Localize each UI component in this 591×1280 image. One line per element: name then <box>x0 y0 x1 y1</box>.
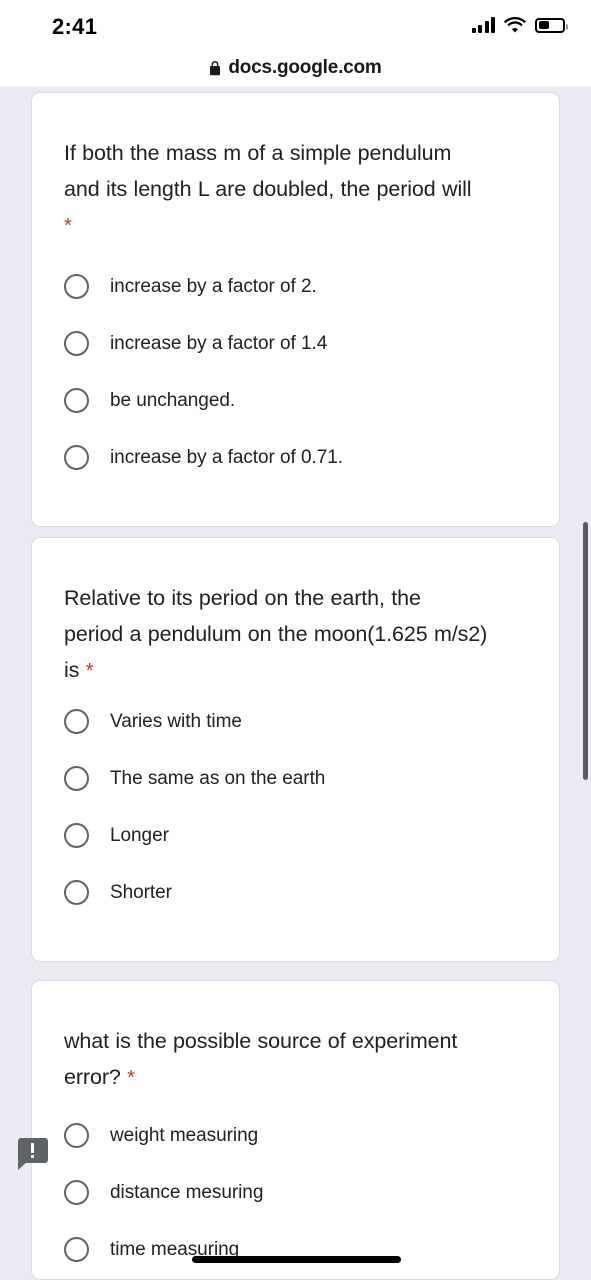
question-1-line-2: and its length L are doubled, the period… <box>64 177 472 201</box>
option-label: Shorter <box>110 881 172 903</box>
radio-button-icon[interactable] <box>64 388 89 413</box>
url-bar[interactable]: docs.google.com <box>0 50 591 86</box>
option-label: Longer <box>110 824 169 846</box>
status-bar-clock: 2:41 <box>52 14 98 39</box>
cellular-signal-icon <box>471 17 495 33</box>
question-3-line-2: error? <box>64 1065 121 1089</box>
option-row[interactable]: time measuring <box>64 1221 539 1278</box>
option-row[interactable]: be unchanged. <box>64 372 539 429</box>
wifi-icon <box>504 17 526 33</box>
form-page: If both the mass m of a simple pendulum … <box>0 86 591 1280</box>
question-3-title: what is the possible source of experimen… <box>64 1023 531 1096</box>
question-2-line-3: is <box>64 658 80 682</box>
radio-button-icon[interactable] <box>64 274 89 299</box>
question-1-title: If both the mass m of a simple pendulum … <box>64 135 531 244</box>
comment-alert-icon[interactable] <box>18 1138 48 1170</box>
url-text: docs.google.com <box>228 57 382 78</box>
question-3-line-1: what is the possible source of experimen… <box>64 1029 458 1053</box>
exclamation-mark-glyph <box>31 1143 34 1158</box>
question-1-line-1: If both the mass m of a simple pendulum <box>64 141 452 165</box>
option-label: increase by a factor of 0.71. <box>110 446 344 468</box>
question-2-required-star: * <box>85 660 94 682</box>
question-2-title: Relative to its period on the earth, the… <box>64 580 531 689</box>
question-3-required-star: * <box>127 1067 135 1089</box>
radio-button-icon[interactable] <box>64 1237 89 1262</box>
radio-button-icon[interactable] <box>64 445 89 470</box>
option-row[interactable]: increase by a factor of 1.4 <box>64 315 539 372</box>
option-row[interactable]: weight measuring <box>64 1107 539 1164</box>
radio-button-icon[interactable] <box>64 880 89 905</box>
question-3-options: weight measuring distance mesuring time … <box>64 1107 539 1278</box>
question-1-options: increase by a factor of 2. increase by a… <box>64 258 539 486</box>
question-card-3: what is the possible source of experimen… <box>31 980 560 1280</box>
option-row[interactable]: increase by a factor of 2. <box>64 258 539 315</box>
option-label: weight measuring <box>110 1124 259 1146</box>
option-label: Varies with time <box>110 710 242 732</box>
question-card-2: Relative to its period on the earth, the… <box>31 537 560 962</box>
option-label: The same as on the earth <box>110 767 326 789</box>
option-label: increase by a factor of 1.4 <box>110 332 328 354</box>
scrollbar-track[interactable] <box>579 86 591 1280</box>
radio-button-icon[interactable] <box>64 823 89 848</box>
scrollbar-thumb[interactable] <box>583 522 588 780</box>
lock-icon <box>209 60 221 76</box>
option-row[interactable]: increase by a factor of 0.71. <box>64 429 539 486</box>
status-bar: 2:41 <box>0 0 591 50</box>
option-label: increase by a factor of 2. <box>110 275 317 297</box>
question-2-line-1: Relative to its period on the earth, the <box>64 586 421 610</box>
option-row[interactable]: The same as on the earth <box>64 750 539 807</box>
option-row[interactable]: Longer <box>64 807 539 864</box>
radio-button-icon[interactable] <box>64 766 89 791</box>
question-1-required-star: * <box>64 215 72 237</box>
radio-button-icon[interactable] <box>64 1123 89 1148</box>
question-2-options: Varies with time The same as on the eart… <box>64 693 539 921</box>
status-bar-indicators <box>471 17 568 33</box>
browser-chrome: 2:41 docs.google.com <box>0 0 591 86</box>
option-row[interactable]: Varies with time <box>64 693 539 750</box>
option-label: distance mesuring <box>110 1181 264 1203</box>
option-row[interactable]: Shorter <box>64 864 539 921</box>
option-label: be unchanged. <box>110 389 236 411</box>
radio-button-icon[interactable] <box>64 331 89 356</box>
question-card-1: If both the mass m of a simple pendulum … <box>31 92 560 527</box>
radio-button-icon[interactable] <box>64 1180 89 1205</box>
question-2-line-2: period a pendulum on the moon(1.625 m/s2… <box>64 622 488 646</box>
home-indicator-bar <box>192 1256 401 1263</box>
battery-icon <box>535 17 568 33</box>
option-row[interactable]: distance mesuring <box>64 1164 539 1221</box>
radio-button-icon[interactable] <box>64 709 89 734</box>
